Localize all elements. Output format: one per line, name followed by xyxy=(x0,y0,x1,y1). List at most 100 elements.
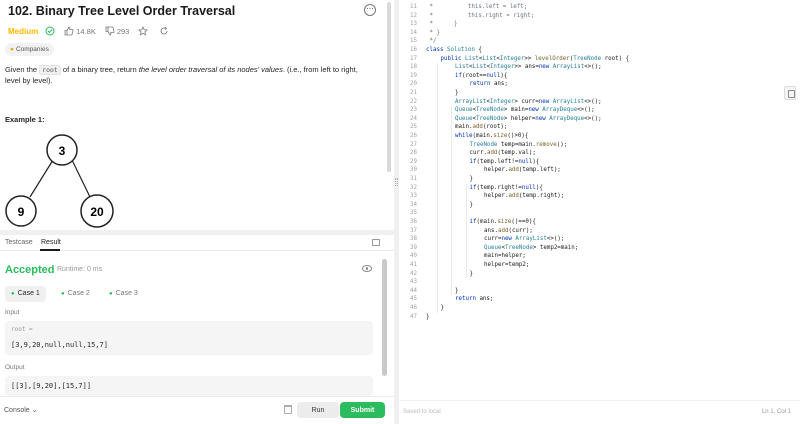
code-line[interactable]: 45 return ans; xyxy=(399,295,779,304)
code-line[interactable]: 17 public List<List<Integer>> levelOrder(… xyxy=(399,55,779,64)
eye-icon[interactable] xyxy=(362,265,372,272)
code-token: Queue xyxy=(484,244,502,251)
favorite-button[interactable] xyxy=(138,26,150,36)
line-number: 14 xyxy=(410,29,417,36)
code-line[interactable]: 34} xyxy=(399,201,779,210)
code-line[interactable]: 31} xyxy=(399,175,779,184)
code-token: Queue xyxy=(455,115,473,122)
code-line[interactable]: 37 ans.add(curr); xyxy=(399,227,779,236)
code-line[interactable]: 18 List<List<Integer>> ans=new ArrayList<… xyxy=(399,63,779,72)
line-number: 33 xyxy=(410,193,417,200)
code-line[interactable]: 39 Queue<TreeNode> temp2=main; xyxy=(399,244,779,253)
code-line[interactable]: 42} xyxy=(399,270,779,279)
code-text: Queue<TreeNode> helper=new ArrayDeque<>(… xyxy=(426,116,602,122)
code-token: <>(); xyxy=(577,107,595,114)
code-token: null xyxy=(486,72,501,79)
code-line[interactable]: 29 if(temp.left!=null){ xyxy=(399,158,779,167)
code-line[interactable]: 41 helper=temp2; xyxy=(399,261,779,270)
description-scrollbar[interactable] xyxy=(387,2,391,172)
code-line[interactable]: 13 * } xyxy=(399,20,779,29)
drag-grip-icon[interactable] xyxy=(395,178,398,186)
code-line[interactable]: 28 curr.add(temp.val); xyxy=(399,149,779,158)
code-line[interactable]: 26 while(main.size()>0){ xyxy=(399,132,779,141)
collapse-panel-icon[interactable] xyxy=(372,239,380,246)
code-token: List xyxy=(482,55,497,62)
code-token: List xyxy=(472,64,487,71)
result-scrollbar[interactable] xyxy=(382,259,387,376)
code-line[interactable]: 40 main=helper; xyxy=(399,252,779,261)
code-line[interactable]: 14 * } xyxy=(399,29,779,38)
line-number: 30 xyxy=(410,167,417,174)
code-token: ){ xyxy=(535,184,543,191)
code-token: > main= xyxy=(503,107,529,114)
code-line[interactable]: 32 if(temp.right!=null){ xyxy=(399,184,779,193)
code-line[interactable]: 24 Queue<TreeNode> helper=new ArrayDeque<… xyxy=(399,115,779,124)
code-token: public xyxy=(440,55,465,62)
code-token: (temp.right); xyxy=(518,193,565,200)
code-token: } xyxy=(469,176,474,182)
problem-title[interactable]: 102. Binary Tree Level Order Traversal xyxy=(8,4,235,18)
share-button[interactable] xyxy=(159,26,171,36)
code-line[interactable]: 16 class Solution { xyxy=(399,46,779,55)
case-1-tab[interactable]: ● Case 1 xyxy=(5,286,46,302)
case-3-tab[interactable]: ● Case 3 xyxy=(103,286,144,302)
code-editor[interactable]: 11 * this.left = left; 12 * this.right = … xyxy=(399,0,800,400)
code-token: size xyxy=(497,219,512,225)
code-line[interactable]: 22 ArrayList<Integer> curr=new ArrayList<… xyxy=(399,98,779,107)
tab-result[interactable]: Result xyxy=(41,239,61,246)
submit-button[interactable]: Submit xyxy=(340,402,385,418)
code-line[interactable]: 27 TreeNode temp=main.remove(); xyxy=(399,141,779,150)
code-line[interactable]: 25 main.add(root); xyxy=(399,123,779,132)
code-line[interactable]: 43 xyxy=(399,278,779,287)
input-label: Input xyxy=(5,309,20,316)
code-line[interactable]: 11 * this.left = left; xyxy=(399,3,779,12)
code-line[interactable]: 12 * this.right = right; xyxy=(399,12,779,21)
example-title: Example 1: xyxy=(5,115,45,124)
code-line[interactable]: 30 helper.add(temp.left); xyxy=(399,166,779,175)
code-line[interactable]: 47} xyxy=(399,313,779,322)
companies-tag[interactable]: ● Companies xyxy=(5,43,54,56)
code-token: } xyxy=(469,201,474,208)
code-line[interactable]: 44} xyxy=(399,287,779,296)
code-token: List xyxy=(464,55,479,62)
code-text: public List<List<Integer>> levelOrder(Tr… xyxy=(426,55,630,62)
code-line[interactable]: 20 return ans; xyxy=(399,80,779,89)
code-token: (curr); xyxy=(508,227,533,234)
line-number: 36 xyxy=(410,219,417,225)
code-token: (temp.left!= xyxy=(476,158,519,165)
code-token: temp=main. xyxy=(497,141,536,148)
code-text: } xyxy=(426,288,459,294)
code-token: * this.right = right; xyxy=(426,12,535,19)
file-icon[interactable] xyxy=(784,86,796,100)
pass-dot-icon: ● xyxy=(11,291,15,297)
code-line[interactable]: 33 helper.add(temp.right); xyxy=(399,192,779,201)
indent-guide xyxy=(436,63,438,313)
console-toggle[interactable]: Console ⌄ xyxy=(4,406,38,414)
code-token: * this.left = left; xyxy=(426,4,528,10)
code-token: add xyxy=(472,124,483,131)
code-line[interactable]: 19 if(root==null){ xyxy=(399,72,779,81)
trash-icon[interactable] xyxy=(284,405,292,414)
code-line[interactable]: 38 curr=new ArrayList<>(); xyxy=(399,235,779,244)
line-number: 12 xyxy=(410,12,417,19)
like-button[interactable]: 14.8K xyxy=(64,26,96,36)
code-token: Solution xyxy=(446,47,475,53)
code-token: class xyxy=(426,47,447,53)
code-line[interactable]: 36 if(main.size()==0){ xyxy=(399,218,779,227)
cursor-position: Ln 1, Col 1 xyxy=(761,409,791,415)
code-token: Integer xyxy=(499,55,525,62)
code-line[interactable]: 35 xyxy=(399,209,779,218)
code-line[interactable]: 21} xyxy=(399,89,779,98)
run-button[interactable]: Run xyxy=(297,402,339,418)
code-line[interactable]: 23 Queue<TreeNode> main=new ArrayDeque<>(… xyxy=(399,106,779,115)
code-token: (main. xyxy=(476,219,498,225)
dislike-button[interactable]: 293 xyxy=(105,26,129,36)
code-line[interactable]: 46} xyxy=(399,304,779,313)
code-text: } xyxy=(426,305,445,311)
code-text: if(temp.right!=null){ xyxy=(426,185,543,191)
line-number: 16 xyxy=(410,47,417,53)
code-line[interactable]: 15 */ xyxy=(399,37,779,46)
case-2-tab[interactable]: ● Case 2 xyxy=(55,286,96,302)
tab-testcase[interactable]: Testcase xyxy=(5,239,33,246)
more-icon[interactable]: ⋯ xyxy=(364,4,376,16)
